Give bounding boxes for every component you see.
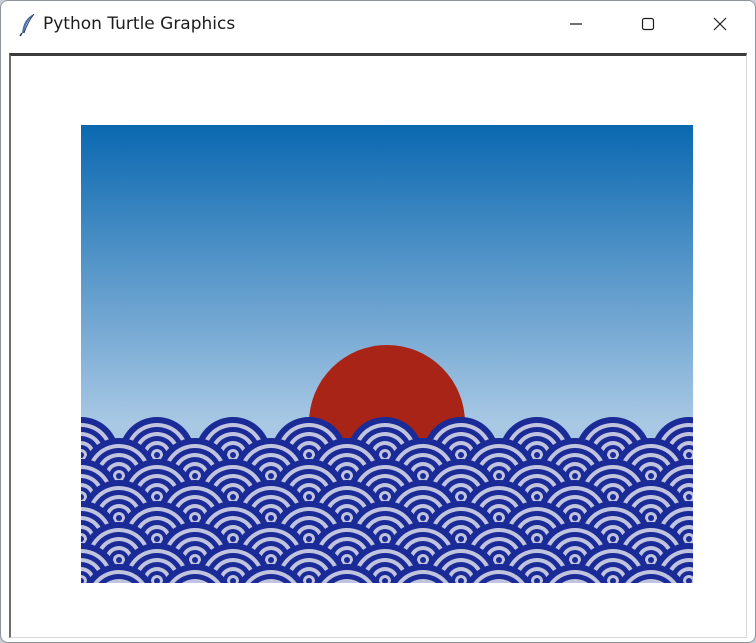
window-title: Python Turtle Graphics [43,14,236,34]
maximize-button[interactable] [625,1,671,49]
title-bar[interactable]: Python Turtle Graphics [1,1,755,49]
close-button[interactable] [697,1,743,49]
seigaiha-waves [81,417,693,583]
minimize-button[interactable] [553,1,599,49]
minimize-icon [569,16,583,35]
drawing-scene [81,125,693,583]
close-icon [713,16,727,35]
maximize-icon [641,16,655,35]
feather-icon [19,13,37,37]
turtle-window: Python Turtle Graphics [0,0,756,643]
turtle-canvas[interactable] [9,53,747,638]
